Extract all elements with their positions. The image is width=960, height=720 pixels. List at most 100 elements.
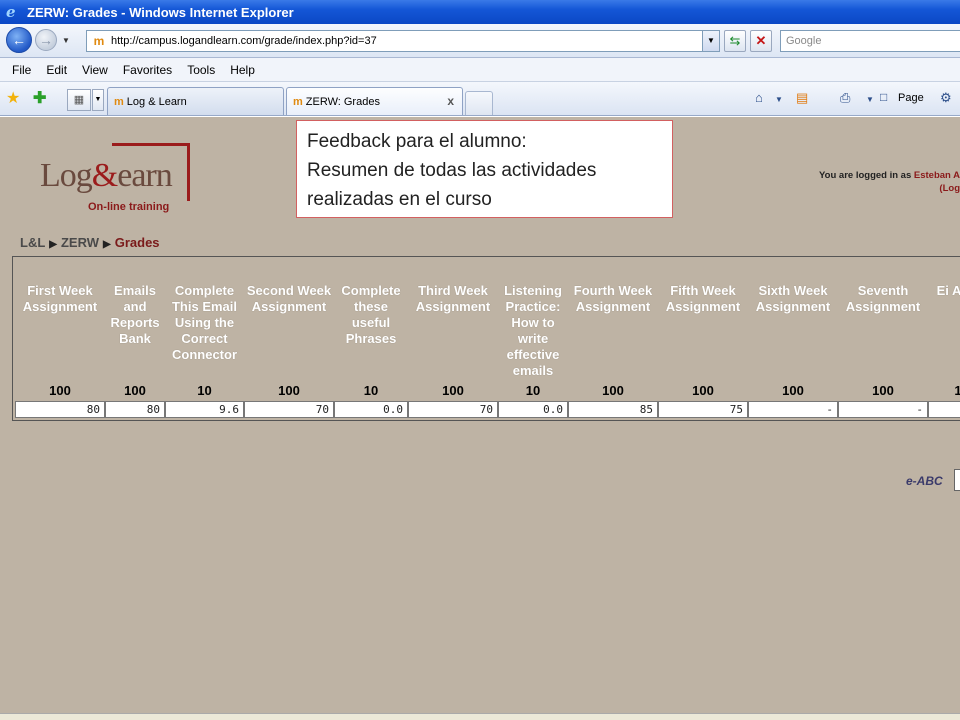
grade-column-header[interactable]: Complete This Email Using the Correct Co… [165,283,244,363]
close-tab-icon[interactable]: x [447,94,454,108]
tab-list-dropdown-icon[interactable]: ▼ [92,89,104,111]
grade-column: Complete This Email Using the Correct Co… [165,257,244,422]
grade-value-cell: 80 [105,401,165,418]
callout-line: Resumen de todas las actividades [307,160,597,181]
breadcrumb-current: Grades [114,235,160,250]
refresh-button[interactable]: ⇆ [724,30,746,52]
print-icon[interactable]: ⎙ [840,90,850,106]
grade-column: Second Week Assignment 100 70 [244,257,334,422]
breadcrumb-separator-icon: ▶ [49,239,57,250]
callout-line: Feedback para el alumno: [307,131,527,152]
tab-zerw-grades[interactable]: m ZERW: Grades x [286,87,463,115]
print-dropdown-icon[interactable]: ▼ [866,95,874,104]
menu-file[interactable]: File [12,63,31,77]
callout-line: realizadas en el curso [307,189,492,210]
logo-subtitle: On-line training [88,201,170,213]
home-icon[interactable]: ⌂ [755,90,763,105]
grade-value-cell: 75 [658,401,748,418]
window-titlebar: e ZERW: Grades - Windows Internet Explor… [0,0,960,24]
grade-column: Ei Assi 1 [928,257,960,422]
grade-column-header[interactable]: First Week Assignment [15,283,105,315]
grade-max-score: 100 [692,383,714,398]
grade-column-header[interactable]: Emails and Reports Bank [105,283,165,347]
site-favicon-icon: m [93,34,105,48]
window-title: ZERW: Grades - Windows Internet Explorer [27,4,294,20]
home-dropdown-icon[interactable]: ▼ [775,95,783,104]
log-and-learn-logo[interactable]: Log&earn On-line training [20,139,196,215]
menu-favorites[interactable]: Favorites [123,63,172,77]
new-tab-button[interactable] [465,91,493,115]
grade-column-header[interactable]: Ei Assi [928,283,960,299]
recent-pages-dropdown-icon[interactable]: ▼ [62,36,70,45]
grade-column-header[interactable]: Third Week Assignment [408,283,498,315]
breadcrumb-home[interactable]: L&L [20,235,45,250]
grade-max-score: 100 [872,383,894,398]
breadcrumb-separator-icon: ▶ [103,239,111,250]
quick-tabs-button[interactable]: ▦ [67,89,91,111]
grade-column-header[interactable]: Seventh Assignment [838,283,928,315]
menu-bar: File Edit View Favorites Tools Help [0,58,960,82]
grade-value-cell: - [748,401,838,418]
grade-max-score: 10 [363,383,379,398]
grade-max-score: 100 [602,383,624,398]
grade-column: Fifth Week Assignment 100 75 [658,257,748,422]
breadcrumb: L&L ▶ ZERW ▶ Grades [20,235,160,250]
grade-column: Sixth Week Assignment 100 - [748,257,838,422]
add-favorite-icon[interactable]: ✚ [33,88,46,108]
page-icon[interactable]: □ [880,90,887,104]
tab-bar: ★ ✚ ▦ ▼ m Log & Learn m ZERW: Grades x ⌂… [0,82,960,116]
grade-column: Fourth Week Assignment 100 85 [568,257,658,422]
menu-view[interactable]: View [82,63,108,77]
grade-column-header[interactable]: Complete these useful Phrases [334,283,408,347]
menu-tools[interactable]: Tools [187,63,215,77]
menu-help[interactable]: Help [230,63,255,77]
grade-max-score: 100 [124,383,146,398]
ie-logo-icon: e [6,3,16,21]
breadcrumb-course[interactable]: ZERW [61,235,99,250]
grade-column-header[interactable]: Fourth Week Assignment [568,283,658,315]
grade-column: First Week Assignment 100 80 [15,257,105,422]
grade-value-cell: 9.6 [165,401,244,418]
tab-favicon-icon: m [114,95,124,108]
feedback-callout: Feedback para el alumno: Resumen de toda… [296,120,673,218]
grade-column: Listening Practice: How to write effecti… [498,257,568,422]
address-dropdown-icon[interactable]: ▼ [702,31,719,51]
back-button[interactable]: ← [6,27,32,53]
grades-table: First Week Assignment 100 80 Emails and Rep… [12,256,960,421]
grade-max-score: 100 [49,383,71,398]
grade-column-header[interactable]: Second Week Assignment [244,283,334,315]
grade-max-score: 100 [278,383,300,398]
forward-button[interactable]: → [35,29,57,51]
grade-column: Complete these useful Phrases 10 0.0 [334,257,408,422]
page-menu-button[interactable]: Page [898,92,924,104]
navigation-bar: ← → ▼ m http://campus.logandlearn.com/gr… [0,24,960,58]
stop-button[interactable]: ✕ [750,30,772,52]
logout-link[interactable]: (Log [939,183,960,194]
footer-widget[interactable] [954,469,960,491]
login-prefix: You are logged in as [819,170,912,181]
menu-edit[interactable]: Edit [46,63,67,77]
login-info: You are logged in as Esteban A (Log [819,169,960,195]
tab-log-learn[interactable]: m Log & Learn [107,87,284,115]
eabc-logo[interactable]: e-ABC [906,474,943,488]
tools-gear-icon[interactable]: ⚙ [940,90,952,106]
grade-column-header[interactable]: Sixth Week Assignment [748,283,838,315]
address-url[interactable]: http://campus.logandlearn.com/grade/inde… [111,35,377,47]
grade-column: Third Week Assignment 100 70 [408,257,498,422]
grade-column-header[interactable]: Listening Practice: How to write effecti… [498,283,568,379]
feeds-icon[interactable]: ▤ [796,90,808,106]
grade-value-cell: 70 [244,401,334,418]
grade-value-cell: 85 [568,401,658,418]
grade-column: Seventh Assignment 100 - [838,257,928,422]
grade-max-score: 10 [197,383,212,398]
grade-max-score: 10 [525,383,541,398]
address-bar[interactable]: m http://campus.logandlearn.com/grade/in… [86,30,720,52]
grade-max-score: 1 [954,383,960,398]
login-user-link[interactable]: Esteban A [914,170,960,181]
grade-value-cell: 0.0 [498,401,568,418]
search-input[interactable]: Google [780,30,960,52]
favorites-star-icon[interactable]: ★ [6,88,20,108]
logo-text: Log&earn [40,157,173,194]
grade-column-header[interactable]: Fifth Week Assignment [658,283,748,315]
grade-value-cell: - [838,401,928,418]
